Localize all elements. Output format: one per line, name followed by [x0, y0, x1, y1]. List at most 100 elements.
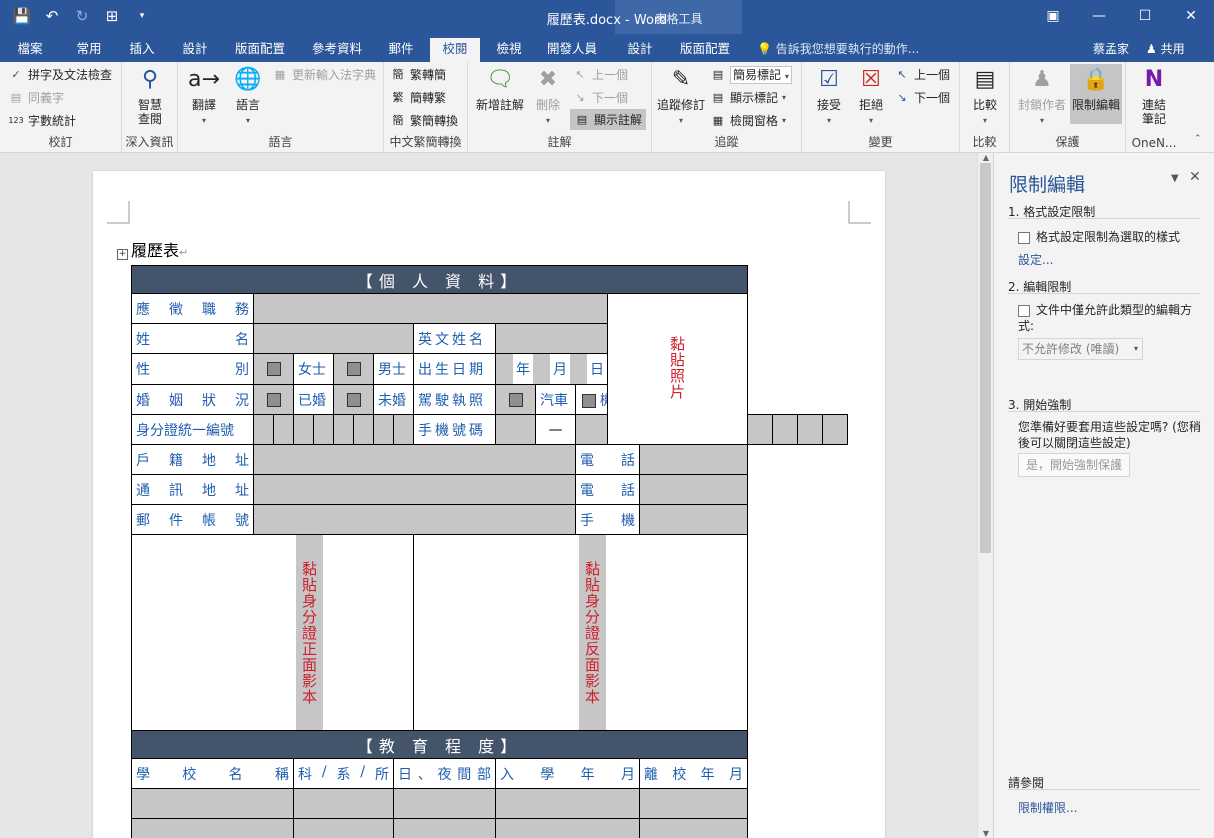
checkbox-married[interactable]: [253, 384, 294, 415]
track-changes-button[interactable]: ✎ 追蹤修訂 ▾: [654, 64, 708, 128]
ribbon-display-icon[interactable]: ▣: [1030, 0, 1076, 32]
id-digit-8[interactable]: [393, 414, 414, 445]
tab-table-design[interactable]: 設計: [615, 38, 665, 62]
id-digit-7[interactable]: [373, 414, 394, 445]
checkbox-male[interactable]: [333, 353, 374, 385]
id-digit-1[interactable]: [253, 414, 274, 445]
tab-insert[interactable]: 插入: [118, 38, 166, 62]
markup-dropdown[interactable]: 簡易標記 ▾: [730, 66, 792, 84]
smart-lookup-button[interactable]: ⚲ 智慧查閱: [126, 64, 174, 126]
tab-references[interactable]: 參考資料: [302, 38, 372, 62]
show-markup-button[interactable]: ▤ 顯示標記 ▾: [710, 89, 786, 106]
tab-developer[interactable]: 開發人員: [537, 38, 607, 62]
resume-table[interactable]: 【個 人 資 料】 應徵職務 黏貼照片 姓名 英文姓名 性別 女士 男士 出生日…: [130, 265, 849, 838]
id-digit-3[interactable]: [293, 414, 314, 445]
restrict-permission-link[interactable]: 限制權限...: [1018, 799, 1077, 816]
next-change-button[interactable]: ↘ 下一個: [894, 89, 950, 106]
vertical-scrollbar[interactable]: ▲ ▼: [977, 153, 993, 838]
scroll-down-icon[interactable]: ▼: [978, 829, 994, 838]
id-back-cell[interactable]: 黏貼身分證反面影本: [412, 534, 749, 731]
tab-mailings[interactable]: 郵件: [376, 38, 426, 62]
new-comment-button[interactable]: 🗨 新增註解: [472, 64, 528, 112]
language-button[interactable]: 🌐 語言 ▾: [226, 64, 270, 128]
share-button[interactable]: ♟ 共用: [1146, 40, 1185, 57]
mobile-prefix[interactable]: [495, 414, 536, 445]
pane-close-icon[interactable]: ✕: [1189, 169, 1201, 185]
field-birth-day[interactable]: [570, 354, 587, 384]
maximize-icon[interactable]: ☐: [1122, 0, 1168, 32]
tab-layout[interactable]: 版面配置: [225, 38, 295, 62]
edu-entry-2[interactable]: [495, 818, 640, 838]
conversion-button[interactable]: 簡繁簡轉換: [390, 112, 459, 129]
mobile-digits-d[interactable]: [796, 414, 823, 445]
format-settings-link[interactable]: 設定...: [1018, 251, 1053, 268]
compare-button[interactable]: ▤ 比較 ▾: [964, 64, 1006, 128]
field-postal-account[interactable]: [253, 504, 576, 535]
prev-change-button[interactable]: ↖ 上一個: [894, 66, 950, 83]
edu-session-2[interactable]: [393, 818, 496, 838]
scrollbar-thumb[interactable]: [980, 163, 991, 553]
reviewing-pane-button[interactable]: ▦ 檢閱窗格 ▾: [710, 112, 786, 129]
block-authors-button[interactable]: ♟ 封鎖作者 ▾: [1014, 64, 1070, 128]
tab-view[interactable]: 檢視: [484, 38, 534, 62]
field-mailing-address[interactable]: [253, 474, 576, 505]
field-household-phone[interactable]: [638, 444, 749, 475]
tab-table-layout[interactable]: 版面配置: [670, 38, 740, 62]
reject-button[interactable]: ☒ 拒絕 ▾: [850, 64, 892, 128]
wordcount-button[interactable]: 123 字數統計: [8, 112, 76, 129]
user-name[interactable]: 蔡孟家: [1093, 40, 1129, 57]
document-title[interactable]: 履歷表↵: [131, 237, 188, 261]
id-digit-2[interactable]: [273, 414, 294, 445]
mobile-digits-b[interactable]: [747, 414, 773, 445]
checkbox-single[interactable]: [333, 384, 374, 415]
show-comments-button[interactable]: ▤ 顯示註解: [570, 109, 647, 130]
collapse-ribbon-icon[interactable]: ⌃: [1194, 134, 1202, 144]
edu-session-1[interactable]: [393, 788, 496, 819]
id-digit-4[interactable]: [313, 414, 334, 445]
accept-button[interactable]: ☑ 接受 ▾: [808, 64, 850, 128]
field-cellphone[interactable]: [638, 504, 749, 535]
tab-home[interactable]: 常用: [62, 38, 116, 62]
scroll-up-icon[interactable]: ▲: [978, 153, 994, 162]
editing-restriction-checkbox[interactable]: 文件中僅允許此類型的編輯方式:: [1018, 302, 1198, 334]
mobile-digits-c[interactable]: [772, 414, 798, 445]
start-enforcing-button[interactable]: 是，開始強制保護: [1018, 453, 1130, 477]
field-household-address[interactable]: [253, 444, 576, 475]
edu-leave-2[interactable]: [638, 818, 749, 838]
simp-to-trad-button[interactable]: 繁簡轉繁: [390, 89, 447, 106]
checkbox-female[interactable]: [253, 353, 294, 385]
id-front-cell[interactable]: 黏貼身分證正面影本: [131, 534, 414, 731]
next-comment-button[interactable]: ↘ 下一個: [572, 89, 628, 106]
format-restriction-checkbox[interactable]: 格式設定限制為選取的樣式: [1018, 228, 1180, 245]
mobile-digits-a[interactable]: [575, 414, 608, 445]
translate-button[interactable]: a→ 翻譯 ▾: [182, 64, 226, 128]
id-digit-5[interactable]: [333, 414, 354, 445]
edu-school-1[interactable]: [131, 788, 294, 819]
trad-to-simp-button[interactable]: 簡繁轉簡: [390, 66, 447, 83]
delete-comment-button[interactable]: ✖ 刪除 ▾: [528, 64, 568, 128]
markup-display-selector[interactable]: ▤ 簡易標記 ▾: [710, 66, 792, 84]
page[interactable]: 履歷表↵ + 【個 人 資 料】 應徵職務 黏貼照片 姓名 英文姓名 性 別 女…: [93, 171, 885, 838]
thesaurus-button[interactable]: ▤ 同義字: [8, 89, 64, 106]
close-icon[interactable]: ✕: [1168, 0, 1214, 32]
id-digit-6[interactable]: [353, 414, 374, 445]
edu-entry-1[interactable]: [495, 788, 640, 819]
tab-file[interactable]: 檔案: [4, 38, 56, 62]
field-birth-date[interactable]: 年 月 日: [495, 353, 608, 385]
field-english-name[interactable]: [495, 323, 608, 354]
spelling-button[interactable]: ✓ 拼字及文法檢查: [8, 66, 112, 83]
checkbox-car[interactable]: [495, 384, 536, 415]
edu-department-1[interactable]: [293, 788, 394, 819]
tab-design[interactable]: 設計: [170, 38, 220, 62]
mobile-digits-e[interactable]: [821, 414, 849, 445]
tell-me-box[interactable]: 💡 告訴我您想要執行的動作...: [757, 40, 919, 57]
field-mailing-phone[interactable]: [638, 474, 749, 505]
editing-type-select[interactable]: 不允許修改 (唯讀) ▾: [1018, 338, 1143, 360]
checkbox-moto-icon[interactable]: [582, 393, 596, 408]
edu-leave-1[interactable]: [638, 788, 749, 819]
minimize-icon[interactable]: —: [1076, 0, 1122, 32]
field-birth-year[interactable]: [496, 354, 513, 384]
prev-comment-button[interactable]: ↖ 上一個: [572, 66, 628, 83]
field-name[interactable]: [253, 323, 414, 354]
photo-cell[interactable]: 黏貼照片: [606, 293, 749, 445]
